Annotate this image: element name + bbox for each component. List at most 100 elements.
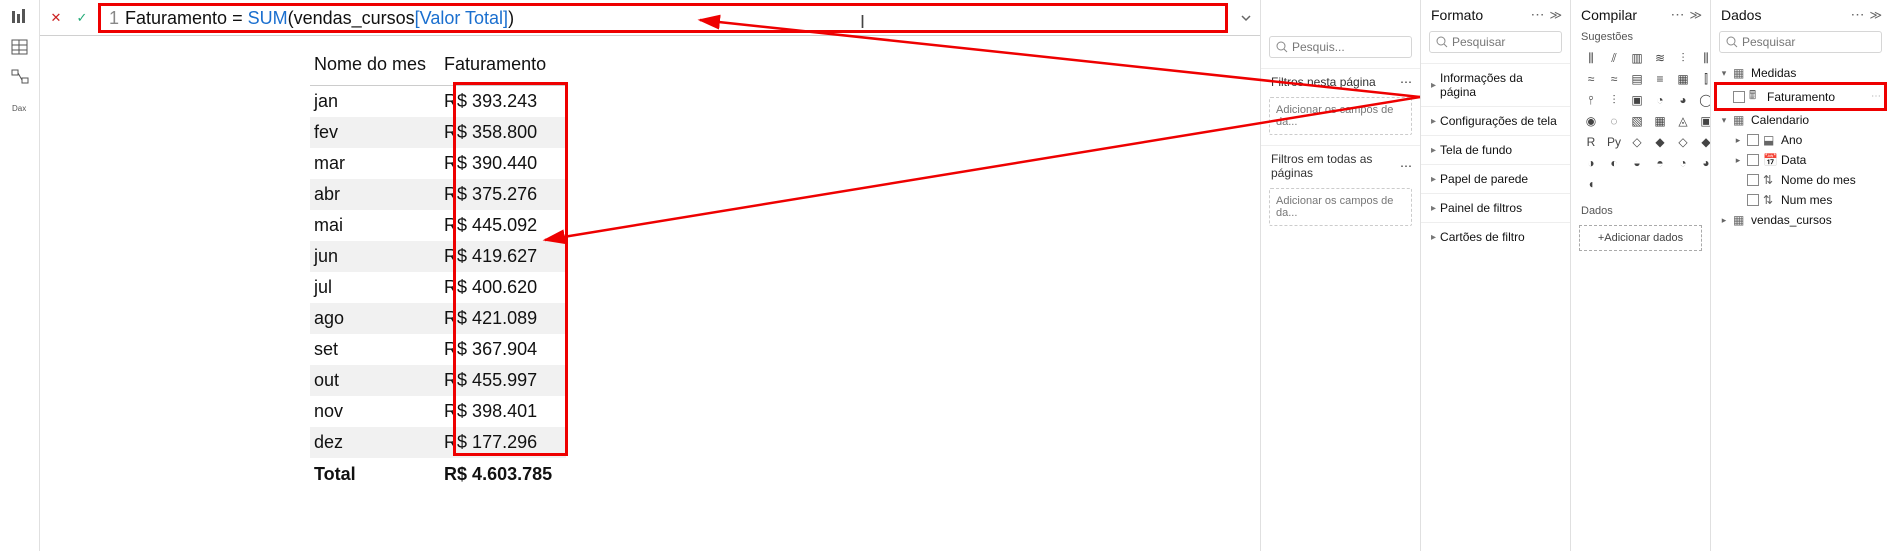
viz-type-icon[interactable]: ◌ bbox=[1604, 112, 1624, 130]
viz-type-icon[interactable]: ⫶ bbox=[1604, 91, 1624, 109]
viz-type-icon[interactable]: ◑ bbox=[1581, 154, 1601, 172]
table-row[interactable]: dezR$ 177.296 bbox=[310, 427, 566, 458]
tree-field-num-mes[interactable]: ▸⇅Num mes bbox=[1715, 190, 1886, 210]
table-row[interactable]: maiR$ 445.092 bbox=[310, 210, 566, 241]
viz-type-icon[interactable]: ≈ bbox=[1604, 70, 1624, 88]
total-label: Total bbox=[310, 458, 440, 490]
format-item[interactable]: ▸Papel de parede bbox=[1421, 164, 1570, 193]
viz-type-icon[interactable]: ◒ bbox=[1627, 154, 1647, 172]
cell-value: R$ 367.904 bbox=[440, 334, 566, 365]
formula-input[interactable]: 1 Faturamento = SUM(vendas_cursos[Valor … bbox=[98, 3, 1228, 33]
cell-value: R$ 358.800 bbox=[440, 117, 566, 148]
filters-search[interactable]: Pesquis... bbox=[1269, 36, 1412, 58]
tree-table-calendario[interactable]: ▾▦Calendario bbox=[1715, 110, 1886, 130]
viz-type-icon[interactable]: ◔ bbox=[1650, 91, 1670, 109]
report-canvas[interactable]: Nome do mes Faturamento janR$ 393.243fev… bbox=[40, 36, 1260, 551]
table-row[interactable]: fevR$ 358.800 bbox=[310, 117, 566, 148]
tree-measure-faturamento[interactable]: 🖩Faturamento⋯ bbox=[1715, 83, 1886, 110]
viz-type-icon[interactable]: ≈ bbox=[1581, 70, 1601, 88]
dax-view-icon[interactable]: Dax bbox=[10, 98, 30, 116]
filters-dropzone[interactable]: Adicionar os campos de da... bbox=[1269, 97, 1412, 135]
viz-type-icon[interactable]: ◇ bbox=[1673, 133, 1693, 151]
viz-type-icon[interactable]: ⫼ bbox=[1581, 49, 1601, 67]
checkbox[interactable] bbox=[1747, 154, 1759, 166]
column-header[interactable]: Nome do mes bbox=[310, 50, 440, 86]
viz-type-icon[interactable]: ◔ bbox=[1673, 154, 1693, 172]
cell-value: R$ 398.401 bbox=[440, 396, 566, 427]
model-view-icon[interactable] bbox=[10, 68, 30, 86]
viz-type-icon[interactable]: ⫽ bbox=[1604, 49, 1624, 67]
checkbox[interactable] bbox=[1747, 174, 1759, 186]
viz-type-icon[interactable]: ▣ bbox=[1627, 91, 1647, 109]
viz-type-icon[interactable]: ▥ bbox=[1627, 49, 1647, 67]
column-header[interactable]: Faturamento bbox=[440, 50, 566, 86]
table-row[interactable]: novR$ 398.401 bbox=[310, 396, 566, 427]
formula-cancel-button[interactable]: ✕ bbox=[46, 8, 66, 28]
cell-month: ago bbox=[310, 303, 440, 334]
tree-table-vendas-cursos[interactable]: ▸▦vendas_cursos bbox=[1715, 210, 1886, 230]
search-icon bbox=[1726, 36, 1738, 48]
viz-type-icon[interactable]: ▤ bbox=[1627, 70, 1647, 88]
formula-commit-button[interactable]: ✓ bbox=[72, 8, 92, 28]
formula-collapse-button[interactable] bbox=[1238, 11, 1254, 25]
tree-table-medidas[interactable]: ▾▦Medidas bbox=[1715, 63, 1886, 83]
format-item[interactable]: ▸Painel de filtros bbox=[1421, 193, 1570, 222]
build-subtitle: Sugestões bbox=[1571, 27, 1710, 45]
search-icon bbox=[1436, 36, 1448, 48]
viz-type-icon[interactable]: R bbox=[1581, 133, 1601, 151]
tree-field-ano[interactable]: ▸⬓Ano bbox=[1715, 130, 1886, 150]
table-row[interactable]: julR$ 400.620 bbox=[310, 272, 566, 303]
tree-field-nome-mes[interactable]: ▸⇅Nome do mes bbox=[1715, 170, 1886, 190]
tree-field-data[interactable]: ▸📅Data bbox=[1715, 150, 1886, 170]
checkbox[interactable] bbox=[1747, 134, 1759, 146]
measure-icon: 🖩 bbox=[1749, 86, 1763, 107]
panel-header: Dados ⋯ ≫ bbox=[1711, 0, 1890, 27]
viz-type-icon[interactable]: ◇ bbox=[1627, 133, 1647, 151]
viz-type-icon[interactable]: ◕ bbox=[1673, 91, 1693, 109]
viz-type-icon[interactable]: ≋ bbox=[1650, 49, 1670, 67]
checkbox[interactable] bbox=[1747, 194, 1759, 206]
format-search[interactable]: Pesquisar bbox=[1429, 31, 1562, 53]
table-row[interactable]: setR$ 367.904 bbox=[310, 334, 566, 365]
table-row[interactable]: outR$ 455.997 bbox=[310, 365, 566, 396]
viz-type-icon[interactable]: ▦ bbox=[1673, 70, 1693, 88]
cell-value: R$ 400.620 bbox=[440, 272, 566, 303]
viz-type-icon[interactable]: ▧ bbox=[1627, 112, 1647, 130]
viz-type-icon[interactable]: ◓ bbox=[1650, 154, 1670, 172]
sort-icon: ⇅ bbox=[1763, 173, 1777, 187]
viz-type-icon[interactable]: ◉ bbox=[1581, 112, 1601, 130]
viz-type-icon[interactable]: ▦ bbox=[1650, 112, 1670, 130]
table-row[interactable]: junR$ 419.627 bbox=[310, 241, 566, 272]
format-item[interactable]: ▸Configurações de tela bbox=[1421, 106, 1570, 135]
filters-section-header[interactable]: Filtros nesta página⋯ bbox=[1261, 68, 1420, 93]
viz-type-icon[interactable]: ◆ bbox=[1650, 133, 1670, 151]
viz-type-icon[interactable]: ⫶ bbox=[1673, 49, 1693, 67]
table-row[interactable]: janR$ 393.243 bbox=[310, 86, 566, 118]
cell-month: jul bbox=[310, 272, 440, 303]
checkbox[interactable] bbox=[1733, 91, 1745, 103]
filters-section-header[interactable]: Filtros em todas as páginas⋯ bbox=[1261, 145, 1420, 184]
table-row[interactable]: agoR$ 421.089 bbox=[310, 303, 566, 334]
text-cursor-icon: I bbox=[860, 12, 865, 33]
table-row[interactable]: marR$ 390.440 bbox=[310, 148, 566, 179]
data-search[interactable]: Pesquisar bbox=[1719, 31, 1882, 53]
cell-value: R$ 375.276 bbox=[440, 179, 566, 210]
cell-month: abr bbox=[310, 179, 440, 210]
table-visual[interactable]: Nome do mes Faturamento janR$ 393.243fev… bbox=[310, 50, 566, 490]
format-item[interactable]: ▸Tela de fundo bbox=[1421, 135, 1570, 164]
viz-type-icon[interactable]: ◐ bbox=[1604, 154, 1624, 172]
viz-type-icon[interactable]: ◬ bbox=[1673, 112, 1693, 130]
visualization-picker: ⫼⫽▥≋⫶⫼≈≈▤≡▦⫿⫯⫶▣◔◕◯◉◌▧▦◬▣RPy◇◆◇◆◑◐◒◓◔◕◖ bbox=[1571, 45, 1710, 201]
add-data-button[interactable]: +Adicionar dados bbox=[1579, 225, 1702, 251]
viz-type-icon[interactable]: ⫯ bbox=[1581, 91, 1601, 109]
table-view-icon[interactable] bbox=[10, 38, 30, 56]
viz-type-icon[interactable]: ≡ bbox=[1650, 70, 1670, 88]
format-item[interactable]: ▸Informações da página bbox=[1421, 63, 1570, 106]
viz-type-icon[interactable]: ◖ bbox=[1581, 175, 1601, 193]
table-row[interactable]: abrR$ 375.276 bbox=[310, 179, 566, 210]
filters-dropzone[interactable]: Adicionar os campos de da... bbox=[1269, 188, 1412, 226]
format-item[interactable]: ▸Cartões de filtro bbox=[1421, 222, 1570, 251]
cell-month: set bbox=[310, 334, 440, 365]
report-view-icon[interactable] bbox=[10, 8, 30, 26]
viz-type-icon[interactable]: Py bbox=[1604, 133, 1624, 151]
